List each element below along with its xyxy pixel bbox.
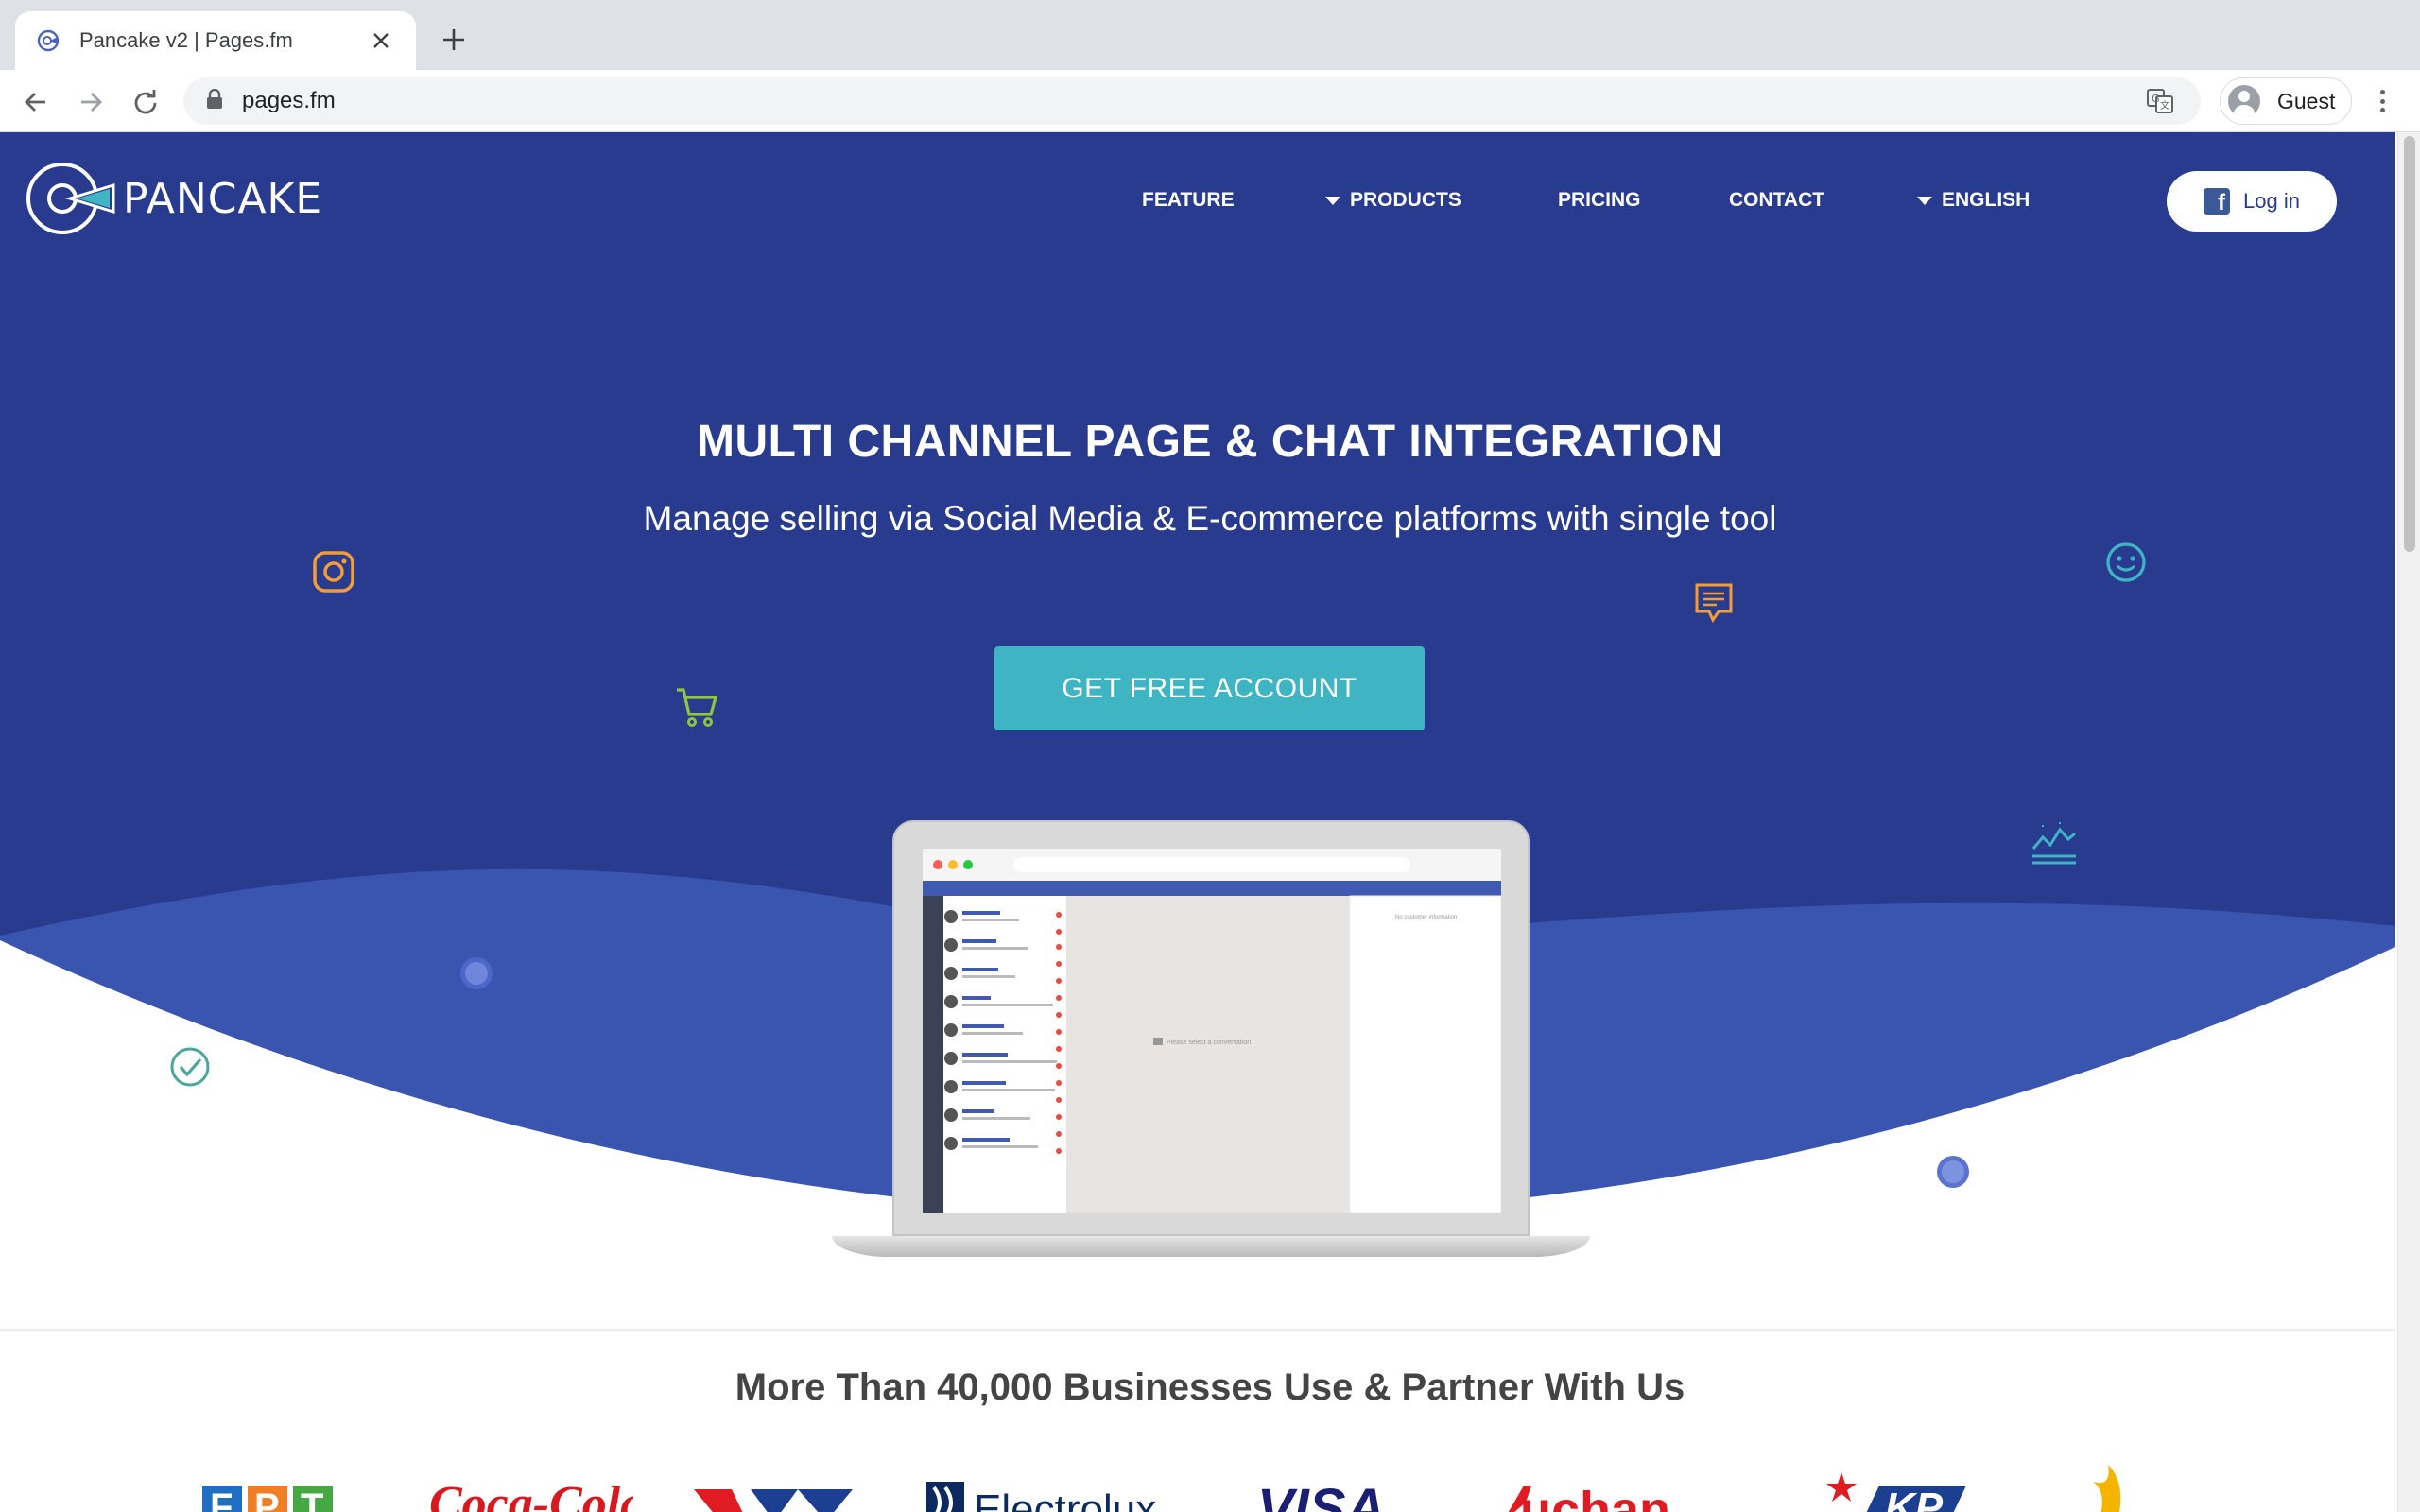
page-viewport: PANCAKE FEATURE PRODUCTS PRICING CONTACT… [0,132,2420,1512]
reload-icon[interactable] [127,83,164,121]
browser-tab[interactable]: Pancake v2 | Pages.fm [15,11,416,70]
nav-contact[interactable]: CONTACT [1729,189,1824,212]
fpt-logo: FPT [202,1465,344,1512]
nav-feature-label: FEATURE [1142,189,1235,211]
get-free-account-button[interactable]: GET FREE ACCOUNT [994,646,1425,730]
analytics-chart-icon [2031,822,2076,865]
svg-text:文: 文 [2160,99,2169,112]
profile-button[interactable]: Guest [2220,77,2352,125]
laptop-lid: Please select a conversation No customer… [892,820,1530,1236]
hero-section: PANCAKE FEATURE PRODUCTS PRICING CONTACT… [0,132,2395,1332]
profile-label: Guest [2277,88,2336,113]
instagram-icon [313,551,354,593]
shopping-cart-icon [677,688,718,727]
svg-text:VISA: VISA [1257,1478,1385,1512]
flame-logo [2080,1465,2146,1512]
login-label: Log in [2243,189,2300,213]
decorative-dot-icon [460,957,493,989]
app-screenshot-preview: Please select a conversation No customer… [923,849,1501,1213]
translate-icon[interactable]: G文 [2146,87,2174,115]
login-button[interactable]: f Log in [2167,171,2337,232]
kp-logo: KP [1824,1465,1976,1512]
smiley-icon [2106,542,2146,582]
logo-text: PANCAKE [123,174,323,223]
caret-down-icon [1325,196,1340,205]
partners-title: More Than 40,000 Businesses Use & Partne… [735,1366,1685,1408]
nav-pricing[interactable]: PRICING [1558,189,1641,212]
check-circle-icon [170,1047,210,1087]
back-arrow-icon[interactable] [17,83,55,121]
visa-logo: VISA [1257,1465,1399,1512]
svg-text:uchan: uchan [1520,1482,1670,1512]
forward-arrow-icon[interactable] [72,83,110,121]
laptop-base [832,1236,1590,1257]
browser-tabstrip: Pancake v2 | Pages.fm [0,0,2420,70]
hero-title: MULTI CHANNEL PAGE & CHAT INTEGRATION [696,417,1723,467]
empty-conversation-hint: Please select a conversation [1167,1040,1251,1046]
url-text: pages.fm [242,88,336,113]
auchan-logo: uchan [1497,1465,1743,1512]
coca-cola-logo: Coca-Cola [425,1465,633,1512]
page-scrollbar[interactable] [2397,132,2420,1512]
pancake-favicon-icon [34,26,62,55]
facebook-icon: f [2204,188,2231,215]
nav-products-label: PRODUCTS [1350,189,1461,211]
svg-text:Coca-Cola: Coca-Cola [429,1477,633,1512]
svg-text:KP: KP [1885,1485,1944,1512]
pancake-logo-icon [26,163,115,234]
svg-text:F: F [210,1486,233,1512]
browser-toolbar: pages.fm G文 Guest [0,70,2420,132]
lock-icon[interactable] [206,88,223,114]
caret-down-icon [1917,196,1932,205]
profile-icon [2228,85,2260,117]
svg-text:P: P [254,1486,280,1512]
nav-language-label: ENGLISH [1942,189,2031,211]
nav-contact-label: CONTACT [1729,189,1825,211]
close-icon[interactable] [365,25,397,57]
more-icon[interactable] [2373,87,2392,115]
empty-customer-hint: No customer information [1395,915,1457,920]
nav-pricing-label: PRICING [1558,189,1641,211]
laptop-mockup: Please select a conversation No customer… [832,820,1590,1257]
svg-text:T: T [301,1486,323,1512]
plus-icon[interactable] [437,23,471,57]
svg-text:G: G [2152,93,2160,105]
address-bar[interactable]: pages.fm G文 [183,77,2201,125]
svg-text:Electrolux: Electrolux [974,1486,1156,1512]
nav-products[interactable]: PRODUCTS [1325,189,1461,212]
chat-message-icon [1695,583,1733,624]
pancake-logo[interactable]: PANCAKE [25,161,322,236]
scrollbar-thumb[interactable] [2404,136,2415,552]
nav-feature[interactable]: FEATURE [1142,189,1235,212]
vtv-logo [694,1465,855,1512]
electrolux-logo: Electrolux [926,1465,1201,1512]
decorative-dot-icon [1937,1156,1969,1188]
nav-language[interactable]: ENGLISH [1917,189,2030,212]
hero-subtitle: Manage selling via Social Media & E-comm… [643,499,1777,538]
laptop-screen: Please select a conversation No customer… [923,849,1501,1213]
tab-title: Pancake v2 | Pages.fm [79,28,293,52]
